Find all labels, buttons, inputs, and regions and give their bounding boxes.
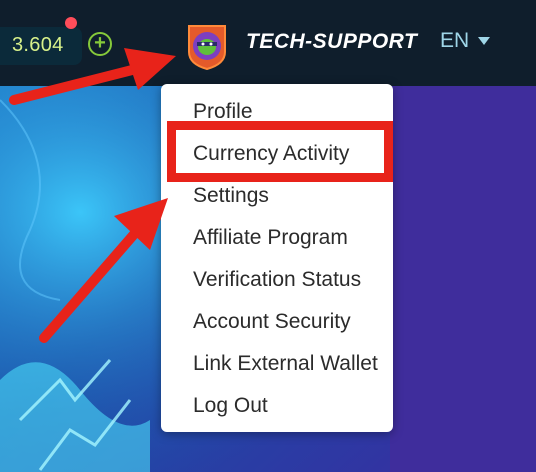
chevron-down-icon[interactable]	[478, 37, 490, 45]
username-label[interactable]: TECH-SUPPORT	[246, 30, 417, 54]
annotation-highlight-box	[167, 121, 393, 182]
menu-item-log-out[interactable]: Log Out	[193, 394, 268, 418]
user-avatar[interactable]	[183, 22, 231, 70]
notification-dot	[65, 17, 77, 29]
top-header: 3.604 + TECH-SUPPORT EN	[0, 0, 536, 86]
balance-value: 3.604	[12, 34, 64, 56]
menu-item-verification-status[interactable]: Verification Status	[193, 268, 361, 292]
balance-widget[interactable]: 3.604	[0, 27, 82, 65]
menu-item-link-external-wallet[interactable]: Link External Wallet	[193, 352, 378, 376]
language-selector[interactable]: EN	[440, 29, 469, 53]
menu-item-affiliate-program[interactable]: Affiliate Program	[193, 226, 348, 250]
add-funds-button[interactable]: +	[88, 32, 112, 56]
menu-item-settings[interactable]: Settings	[193, 184, 269, 208]
plus-circle-icon: +	[94, 32, 106, 54]
menu-item-account-security[interactable]: Account Security	[193, 310, 351, 334]
